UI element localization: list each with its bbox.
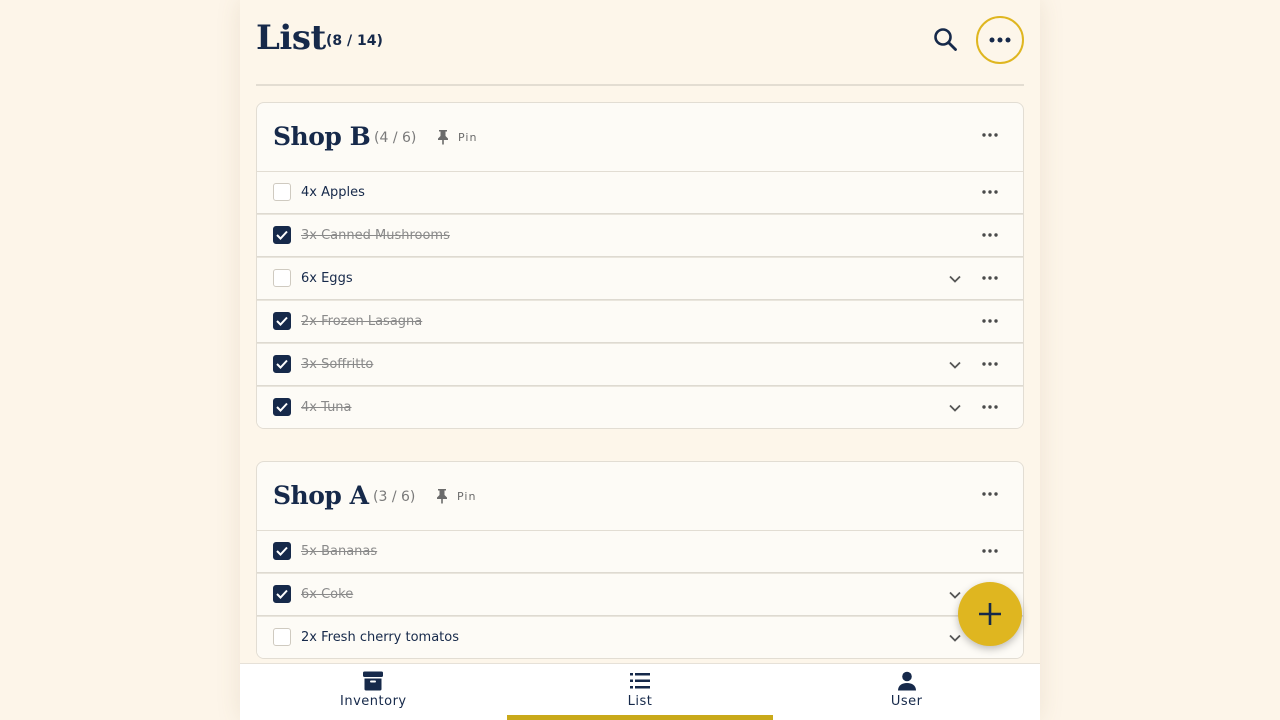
list-item[interactable]: 5x Bananas bbox=[257, 531, 1023, 573]
item-label: 2x Frozen Lasagna bbox=[301, 314, 423, 329]
shop-item-count: (3 / 6) bbox=[373, 489, 416, 505]
expand-button[interactable] bbox=[947, 630, 963, 646]
shop-name: Shop A bbox=[273, 481, 369, 510]
expand-button[interactable] bbox=[947, 271, 963, 287]
more-horizontal-icon bbox=[982, 319, 998, 323]
item-more-button[interactable] bbox=[975, 312, 1005, 330]
list-item[interactable]: 2x Frozen Lasagna bbox=[257, 300, 1023, 343]
list-item[interactable]: 4x Tuna bbox=[257, 386, 1023, 428]
item-checkbox[interactable] bbox=[273, 226, 291, 244]
more-horizontal-icon bbox=[982, 190, 998, 194]
list-item[interactable]: 4x Apples bbox=[257, 172, 1023, 214]
item-checkbox[interactable] bbox=[273, 355, 291, 373]
list-item[interactable]: 2x Fresh cherry tomatos bbox=[257, 616, 1023, 658]
more-horizontal-icon bbox=[982, 133, 998, 137]
checkmark-icon bbox=[276, 589, 288, 599]
add-item-button[interactable] bbox=[958, 582, 1022, 646]
shop-more-button[interactable] bbox=[975, 125, 1005, 145]
shop-item-count: (4 / 6) bbox=[374, 130, 417, 146]
item-more-button[interactable] bbox=[975, 398, 1005, 416]
item-checkbox[interactable] bbox=[273, 183, 291, 201]
chevron-down-icon bbox=[949, 361, 961, 369]
list-icon bbox=[630, 673, 650, 689]
checkmark-icon bbox=[276, 230, 288, 240]
expand-button[interactable] bbox=[947, 400, 963, 416]
plus-icon bbox=[979, 603, 1001, 625]
more-horizontal-icon bbox=[982, 549, 998, 553]
search-icon bbox=[934, 28, 957, 51]
nav-user[interactable]: User bbox=[773, 664, 1040, 720]
list-item[interactable]: 6x Coke bbox=[257, 573, 1023, 616]
shop-card-header: Shop B (4 / 6) Pin bbox=[257, 103, 1023, 172]
archive-icon bbox=[363, 671, 384, 691]
item-more-button[interactable] bbox=[975, 226, 1005, 244]
shop-card: Shop B (4 / 6) Pin 4x Apples 3x Canned Mushr… bbox=[256, 102, 1024, 429]
item-label: 2x Fresh cherry tomatos bbox=[301, 630, 460, 645]
list-item[interactable]: 6x Eggs bbox=[257, 257, 1023, 300]
checkmark-icon bbox=[276, 316, 288, 326]
search-button[interactable] bbox=[932, 26, 960, 54]
more-horizontal-icon bbox=[982, 405, 998, 409]
more-horizontal-icon bbox=[982, 492, 998, 496]
more-horizontal-icon bbox=[989, 37, 1011, 43]
pin-icon bbox=[437, 489, 447, 504]
more-horizontal-icon bbox=[982, 276, 998, 280]
list-item[interactable]: 3x Soffritto bbox=[257, 343, 1023, 386]
page-item-count: (8 / 14) bbox=[326, 33, 383, 49]
page-title: List bbox=[256, 18, 326, 58]
app-window: List (8 / 14) Shop B (4 / 6) Pin 4x Apples 3… bbox=[240, 0, 1040, 720]
shop-card: Shop A (3 / 6) Pin 5x Bananas 6x Coke 2x Fres… bbox=[256, 461, 1024, 659]
pin-label: Pin bbox=[458, 130, 478, 144]
more-horizontal-icon bbox=[982, 362, 998, 366]
nav-list[interactable]: List bbox=[506, 664, 774, 720]
item-more-button[interactable] bbox=[975, 355, 1005, 373]
item-label: 4x Apples bbox=[301, 185, 365, 200]
item-checkbox[interactable] bbox=[273, 269, 291, 287]
checkmark-icon bbox=[276, 359, 288, 369]
item-checkbox[interactable] bbox=[273, 312, 291, 330]
more-options-button[interactable] bbox=[976, 16, 1024, 64]
header: List (8 / 14) bbox=[256, 0, 1024, 86]
nav-user-label: User bbox=[890, 694, 923, 709]
item-label: 6x Eggs bbox=[301, 271, 353, 286]
checkmark-icon bbox=[276, 546, 288, 556]
shop-card-header: Shop A (3 / 6) Pin bbox=[257, 462, 1023, 531]
item-label: 3x Canned Mushrooms bbox=[301, 228, 450, 243]
pin-button[interactable]: Pin bbox=[436, 129, 477, 145]
nav-list-label: List bbox=[627, 694, 653, 709]
chevron-down-icon bbox=[949, 404, 961, 412]
pin-label: Pin bbox=[457, 489, 477, 503]
checkmark-icon bbox=[276, 402, 288, 412]
item-label: 5x Bananas bbox=[301, 544, 378, 559]
item-checkbox[interactable] bbox=[273, 585, 291, 603]
item-checkbox[interactable] bbox=[273, 628, 291, 646]
chevron-down-icon bbox=[949, 634, 961, 642]
shop-name: Shop B bbox=[273, 122, 371, 151]
list-item[interactable]: 3x Canned Mushrooms bbox=[257, 214, 1023, 257]
more-horizontal-icon bbox=[982, 233, 998, 237]
item-more-button[interactable] bbox=[975, 542, 1005, 560]
bottom-navigation: Inventory List User bbox=[240, 663, 1040, 720]
shop-more-button[interactable] bbox=[975, 484, 1005, 504]
user-icon bbox=[897, 671, 916, 691]
chevron-down-icon bbox=[949, 275, 961, 283]
item-more-button[interactable] bbox=[975, 183, 1005, 201]
pin-icon bbox=[438, 130, 448, 145]
shop-list[interactable]: Shop B (4 / 6) Pin 4x Apples 3x Canned Mushr… bbox=[256, 102, 1024, 664]
item-label: 6x Coke bbox=[301, 587, 354, 602]
nav-inventory[interactable]: Inventory bbox=[240, 664, 507, 720]
item-more-button[interactable] bbox=[975, 269, 1005, 287]
item-label: 4x Tuna bbox=[301, 400, 352, 415]
pin-button[interactable]: Pin bbox=[435, 488, 476, 504]
item-label: 3x Soffritto bbox=[301, 357, 374, 372]
nav-inventory-label: Inventory bbox=[340, 694, 407, 709]
expand-button[interactable] bbox=[947, 357, 963, 373]
item-checkbox[interactable] bbox=[273, 542, 291, 560]
item-checkbox[interactable] bbox=[273, 398, 291, 416]
